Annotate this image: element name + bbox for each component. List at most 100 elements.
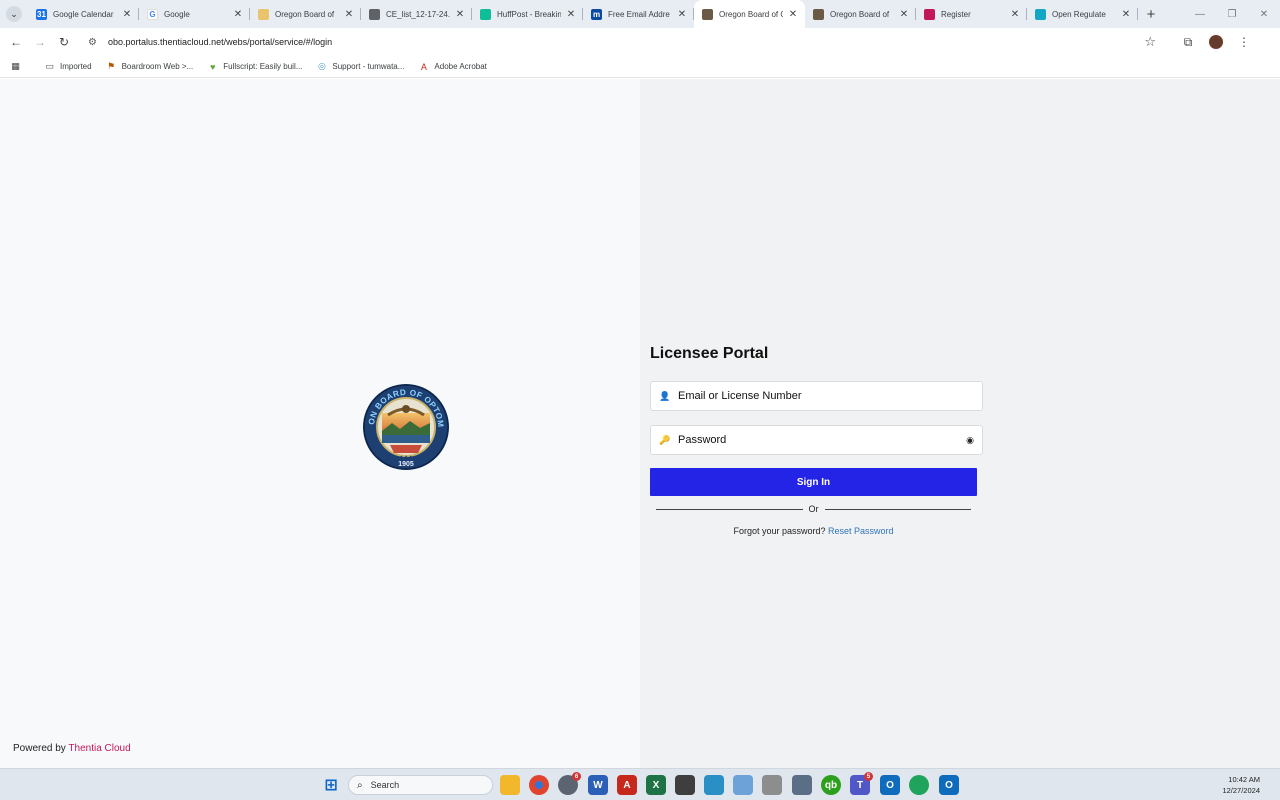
login-pane: Licensee Portal 👤 🔑 ◉ Sign In Or Forgot … [640, 79, 1280, 768]
close-icon[interactable]: ✕ [676, 8, 688, 20]
close-icon[interactable]: ✕ [343, 8, 355, 20]
bookmark-item[interactable]: ◎ Support - tumwata... [316, 61, 404, 72]
password-input[interactable] [678, 434, 967, 446]
email-field[interactable]: 👤 [650, 381, 983, 411]
bookmark-label: Adobe Acrobat [434, 62, 487, 71]
browser-tab[interactable]: Oregon Board of O ✕ [694, 0, 805, 28]
calculator-icon[interactable] [792, 775, 812, 795]
quickbooks-icon[interactable]: qb [821, 775, 841, 795]
photos-icon[interactable] [704, 775, 724, 795]
close-icon[interactable]: ✕ [1120, 8, 1132, 20]
login-page: ★ ★ ★ OREGON BOARD OF OPTOMETRY 1905 Pow… [0, 79, 1280, 768]
chrome-icon[interactable] [529, 775, 549, 795]
branding-pane: ★ ★ ★ OREGON BOARD OF OPTOMETRY 1905 Pow… [0, 79, 640, 768]
browser-tab[interactable]: Oregon Board of ✕ [250, 0, 361, 28]
support-icon: ◎ [317, 61, 326, 71]
apps-grid-icon: ▦ [11, 61, 20, 71]
tab-title: Register [941, 9, 971, 19]
key-icon: 🔑 [659, 434, 671, 445]
site-info-icon[interactable]: ⚙ [88, 37, 102, 48]
more-menu-icon[interactable]: ⋮ [1230, 35, 1258, 49]
bookmark-item[interactable]: ⚑ Boardroom Web >... [106, 61, 193, 72]
eye-slash-icon[interactable]: ◉ [966, 435, 974, 446]
chevron-down-icon: ⌄ [6, 6, 22, 22]
browser-tab[interactable]: m Free Email Addre ✕ [583, 0, 694, 28]
outlook-new-icon[interactable]: O [939, 775, 959, 795]
browser-tab[interactable]: HuffPost - Breakin ✕ [472, 0, 583, 28]
extensions-icon[interactable]: ⧉ [1174, 35, 1202, 50]
google-calendar-icon: 31 [36, 8, 47, 20]
browser-tab[interactable]: G Google ✕ [139, 0, 250, 28]
excel-icon[interactable]: X [646, 775, 666, 795]
tab-title: Google [164, 9, 190, 19]
close-icon[interactable]: ✕ [565, 8, 577, 20]
close-icon[interactable]: ✕ [898, 8, 910, 20]
back-button[interactable]: ← [4, 30, 28, 54]
minimize-button[interactable]: — [1184, 0, 1216, 28]
tab-search-button[interactable]: ⌄ [0, 0, 28, 28]
bookmark-item[interactable]: ▭ Imported [44, 61, 91, 72]
plus-icon: + [1146, 5, 1156, 23]
close-icon[interactable]: ✕ [454, 8, 466, 20]
start-windows-icon[interactable]: ⊞ [321, 775, 341, 795]
password-field[interactable]: 🔑 ◉ [650, 425, 983, 455]
close-icon[interactable]: ✕ [121, 8, 133, 20]
bookmark-item[interactable]: ♥ Fullscript: Easily buil... [207, 61, 302, 72]
seal-icon [813, 8, 824, 20]
browser-tab[interactable]: Register ✕ [916, 0, 1027, 28]
word-icon[interactable]: W [588, 775, 608, 795]
forgot-password-text: Forgot your password? [733, 526, 826, 536]
new-tab-button[interactable]: + [1138, 0, 1164, 28]
edge-icon[interactable] [909, 775, 929, 795]
reset-password-link[interactable]: Reset Password [828, 526, 894, 536]
profile-avatar[interactable]: S [1209, 35, 1223, 49]
email-input[interactable] [678, 390, 974, 402]
reload-button[interactable]: ↻ [52, 30, 76, 54]
browser-tab[interactable]: CE_list_12-17-24. ✕ [361, 0, 472, 28]
search-icon: ⌕ [357, 779, 363, 791]
bookmark-label: Fullscript: Easily buil... [223, 62, 303, 71]
tab-title: Google Calendar [53, 9, 114, 19]
forward-button[interactable]: → [28, 30, 52, 54]
powered-by-footer: Powered by Thentia Cloud [13, 743, 131, 754]
bookmark-star-icon[interactable]: ☆ [1144, 34, 1156, 50]
close-icon[interactable]: ✕ [1009, 8, 1021, 20]
tab-title: HuffPost - Breakin [497, 9, 561, 19]
monitor-app-icon[interactable] [675, 775, 695, 795]
outlook-icon[interactable]: O [880, 775, 900, 795]
clock-time: 10:42 AM [1228, 775, 1260, 784]
browser-tab[interactable]: Oregon Board of ✕ [805, 0, 916, 28]
system-clock[interactable]: 10:42 AM 12/27/2024 [1222, 774, 1260, 796]
apps-button[interactable]: ▦ [10, 61, 26, 72]
divider-line-right [824, 508, 971, 510]
notepad-icon[interactable] [733, 775, 753, 795]
page-title: Licensee Portal [650, 345, 769, 362]
url-text[interactable]: obo.portalus.thentiacloud.net/webs/porta… [108, 37, 332, 47]
sign-in-button[interactable]: Sign In [650, 468, 977, 496]
thentia-cloud-link[interactable]: Thentia Cloud [68, 743, 130, 754]
browser-tab[interactable]: 31 Google Calendar ✕ [28, 0, 139, 28]
close-window-button[interactable]: ✕ [1248, 0, 1280, 28]
oregon-board-icon [258, 8, 269, 20]
address-bar[interactable]: ⚙ obo.portalus.thentiacloud.net/webs/por… [82, 31, 1162, 53]
tab-list: 31 Google Calendar ✕ G Google ✕ Oregon Board o… [28, 0, 1138, 28]
adobe-acrobat-icon: A [420, 61, 427, 72]
browser-tab[interactable]: Open Regulate ✕ [1027, 0, 1138, 28]
close-icon[interactable]: ✕ [232, 8, 244, 20]
svg-text:1905: 1905 [398, 461, 414, 468]
web-page-icon [369, 8, 380, 20]
teams-notification-badge: 5 [864, 772, 873, 781]
file-explorer-icon[interactable] [500, 775, 520, 795]
arrow-left-icon: ← [10, 35, 22, 49]
reload-icon: ↻ [58, 35, 70, 49]
login-form: Licensee Portal 👤 🔑 ◉ Sign In Or Forgot … [650, 345, 985, 536]
wordpad-icon[interactable] [762, 775, 782, 795]
restore-button[interactable]: ❐ [1216, 0, 1248, 28]
taskbar-search[interactable]: ⌕ Search [348, 775, 493, 795]
teams-icon[interactable]: T 5 [850, 772, 873, 795]
acrobat-icon[interactable]: A [617, 775, 637, 795]
chrome-profile-icon[interactable]: 6 [558, 772, 581, 795]
bookmark-item[interactable]: A Adobe Acrobat [418, 61, 487, 72]
bookmark-list: ▭ Imported ⚑ Boardroom Web >... ♥ Fullscript:… [44, 61, 501, 72]
close-icon[interactable]: ✕ [787, 8, 799, 20]
